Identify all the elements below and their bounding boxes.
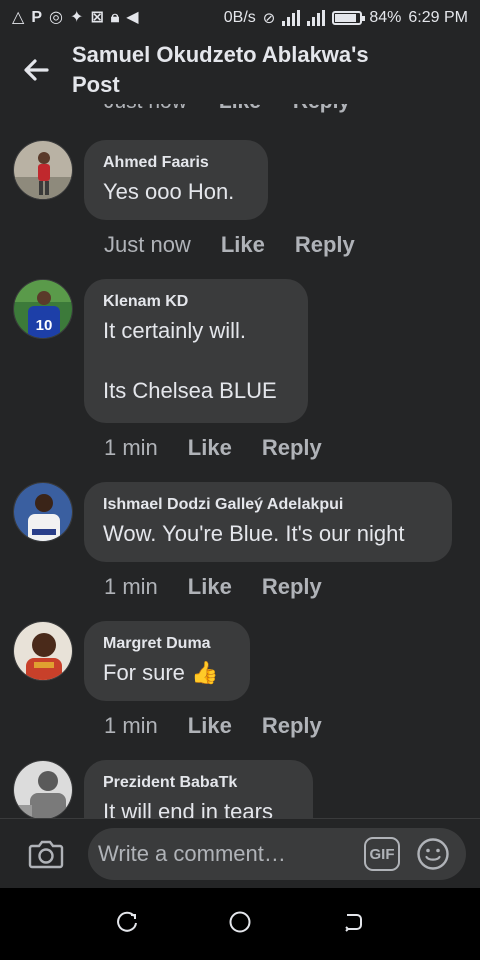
previous-comment-actions: Just now Like Reply	[104, 104, 350, 114]
like-button[interactable]: Like	[219, 104, 261, 114]
comment-time: 1 min	[104, 435, 158, 460]
reply-button[interactable]: Reply	[262, 574, 322, 600]
comment-actions: 1 min Like Reply	[104, 713, 322, 739]
comment-actions: 1 min Like Reply	[104, 435, 322, 461]
comment-time: Just now	[104, 104, 187, 114]
reply-button[interactable]: Reply	[262, 435, 322, 461]
comment-author[interactable]: Klenam KD	[103, 292, 288, 312]
reply-button[interactable]: Reply	[293, 104, 350, 114]
comment-time: 1 min	[104, 713, 158, 738]
comment-bubble[interactable]: Ahmed Faaris Yes ooo Hon.	[84, 140, 268, 220]
comment-bubble[interactable]: Ishmael Dodzi Galleý Adelakpui Wow. You'…	[84, 482, 452, 562]
svg-text:10: 10	[36, 317, 53, 334]
system-nav-bar	[0, 888, 480, 960]
battery-percent: 84%	[369, 9, 402, 26]
emoji-icon[interactable]	[416, 837, 450, 871]
avatar[interactable]	[13, 140, 73, 200]
avatar[interactable]	[13, 482, 73, 542]
parking-icon: P	[31, 9, 42, 26]
comment-input-box[interactable]: GIF	[88, 828, 466, 880]
warning-icon: △	[12, 9, 25, 26]
like-button[interactable]: Like	[221, 232, 265, 258]
comment-bubble[interactable]: Prezident BabaTk It will end in tears	[84, 760, 313, 818]
page-title: Samuel Okudzeto Ablakwa's Post	[72, 42, 369, 97]
comment-actions: Just now Like Reply	[104, 232, 355, 258]
signal-icon	[282, 10, 301, 26]
comment-author[interactable]: Margret Duma	[103, 634, 230, 654]
comment-composer: GIF	[0, 818, 480, 888]
like-button[interactable]: Like	[188, 713, 232, 739]
reply-button[interactable]: Reply	[295, 232, 355, 258]
comment-actions: 1 min Like Reply	[104, 574, 322, 600]
status-bar: △ P ◎ ✦ ⊠ 🔒︎ ◀ 0B/s ⊘ 84% 6:29 PM	[0, 0, 480, 36]
like-button[interactable]: Like	[188, 435, 232, 461]
comment-author[interactable]: Ishmael Dodzi Galleý Adelakpui	[103, 495, 432, 515]
reply-button[interactable]: Reply	[262, 713, 322, 739]
gif-icon[interactable]: GIF	[364, 837, 400, 871]
whatsapp-icon: ◎	[48, 9, 63, 26]
comment-text: For sure 👍	[103, 660, 219, 685]
comment-time: Just now	[104, 232, 191, 257]
camera-icon[interactable]	[0, 819, 92, 889]
clock: 6:29 PM	[408, 9, 468, 26]
battery-icon	[332, 11, 366, 25]
comment-text: It certainly will. Its Chelsea BLUE	[103, 318, 277, 403]
lock-icon: 🔒︎	[110, 9, 120, 26]
comment-bubble[interactable]: Margret Duma For sure 👍	[84, 621, 250, 701]
network-speed: 0B/s	[223, 9, 256, 26]
home-icon[interactable]	[228, 910, 252, 939]
comment-author[interactable]: Ahmed Faaris	[103, 153, 248, 173]
comment-input[interactable]	[98, 841, 348, 867]
post-header: Samuel Okudzeto Ablakwa's Post	[0, 36, 480, 104]
telegram-icon: ◀	[126, 9, 139, 26]
comment-bubble[interactable]: Klenam KD It certainly will. Its Chelsea…	[84, 279, 308, 423]
comment-time: 1 min	[104, 574, 158, 599]
signal-icon-2	[307, 10, 326, 26]
no-sim-icon: ⊠	[90, 9, 104, 26]
avatar[interactable]: 10	[13, 279, 73, 339]
avatar[interactable]	[13, 760, 73, 818]
comment-text: Yes ooo Hon.	[103, 179, 235, 204]
avatar[interactable]	[13, 621, 73, 681]
recent-apps-icon[interactable]	[115, 910, 139, 939]
back-arrow-icon[interactable]	[0, 36, 72, 104]
notification-icons: △ P ◎ ✦ ⊠ 🔒︎ ◀	[12, 10, 139, 26]
comment-author[interactable]: Prezident BabaTk	[103, 773, 293, 793]
twitter-icon: ✦	[69, 9, 84, 26]
back-icon[interactable]	[341, 910, 365, 939]
comment-list[interactable]: Just now Like Reply Ahmed Faaris Yes ooo…	[0, 104, 480, 818]
comment-text: It will end in tears	[103, 799, 273, 818]
comment-text: Wow. You're Blue. It's our night	[103, 521, 405, 546]
data-saver-icon: ⊘	[262, 10, 276, 27]
like-button[interactable]: Like	[188, 574, 232, 600]
